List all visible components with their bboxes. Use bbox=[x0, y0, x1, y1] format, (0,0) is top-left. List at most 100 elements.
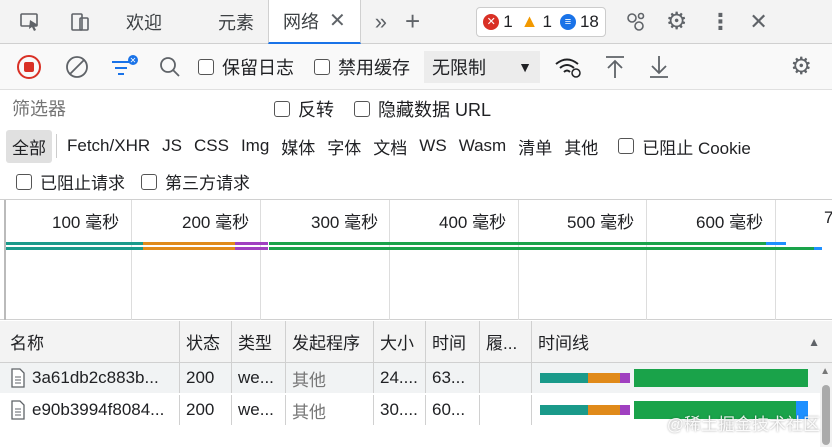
type-filter-img[interactable]: Img bbox=[235, 132, 275, 160]
type-filter-media[interactable]: 媒体 bbox=[275, 130, 321, 163]
request-filters-row: 已阻止请求 第三方请求 bbox=[0, 164, 832, 200]
preserve-log-box[interactable] bbox=[198, 58, 214, 75]
scrollbar-thumb[interactable] bbox=[822, 385, 830, 445]
type-filter-js[interactable]: JS bbox=[156, 132, 188, 160]
info-badge: ≡ 18 bbox=[559, 11, 599, 32]
warning-badge: ▲ 1 bbox=[521, 11, 552, 32]
tick-label: 7 bbox=[824, 208, 832, 227]
import-har-icon[interactable] bbox=[604, 54, 626, 80]
error-icon: ✕ bbox=[483, 13, 500, 30]
table-row[interactable]: 3a61db2c883b... 200 we... 其他 24.... 63..… bbox=[0, 363, 820, 393]
network-conditions-wifi-icon[interactable] bbox=[554, 55, 582, 79]
type-filter-fetch-xhr[interactable]: Fetch/XHR bbox=[61, 132, 156, 160]
waterfall-bar-teal bbox=[540, 405, 588, 415]
time-cell: 60... bbox=[426, 395, 480, 425]
overview-bar-teal-2 bbox=[6, 247, 143, 250]
document-icon bbox=[11, 368, 25, 388]
scroll-up-icon[interactable]: ▲ bbox=[820, 366, 830, 377]
throttle-select[interactable]: 无限制 ▼ bbox=[424, 50, 540, 83]
time-cell: 63... bbox=[426, 363, 480, 393]
filter-input[interactable] bbox=[8, 95, 252, 123]
invert-box[interactable] bbox=[274, 101, 290, 117]
tick-line bbox=[775, 200, 776, 320]
blocked-cookies-label: 已阻止 Cookie bbox=[642, 138, 751, 158]
column-header-name[interactable]: 名称 bbox=[0, 321, 180, 362]
type-filter-ws[interactable]: WS bbox=[413, 132, 452, 160]
customize-icon[interactable] bbox=[624, 10, 648, 34]
request-name: e90b3994f8084... bbox=[32, 400, 165, 419]
warning-icon: ▲ bbox=[520, 11, 539, 31]
error-badge: ✕ 1 bbox=[483, 12, 513, 32]
info-count: 18 bbox=[579, 11, 599, 31]
settings-gear-icon[interactable]: ⚙ bbox=[666, 7, 688, 36]
network-settings-gear-icon[interactable]: ⚙ bbox=[790, 52, 812, 81]
tab-elements-label: 元素 bbox=[218, 12, 254, 33]
tab-welcome[interactable]: 欢迎 bbox=[112, 0, 176, 44]
waterfall-bar-purple bbox=[620, 405, 630, 415]
request-name-cell: e90b3994f8084... bbox=[0, 395, 180, 425]
waterfall-bar-purple bbox=[620, 373, 630, 383]
blocked-cookies-box[interactable] bbox=[618, 138, 635, 154]
waterfall-bar-teal bbox=[540, 373, 588, 383]
overview-bar-teal bbox=[6, 242, 143, 245]
filter-icon[interactable]: ✕ bbox=[110, 54, 140, 80]
status-cell: 200 bbox=[180, 395, 232, 425]
hide-data-urls-box[interactable] bbox=[354, 101, 370, 117]
device-toolbar-icon[interactable] bbox=[66, 8, 94, 36]
blocked-cookies-checkbox[interactable]: 已阻止 Cookie bbox=[618, 134, 751, 159]
issues-badges[interactable]: ✕ 1 ▲ 1 ≡ 18 bbox=[476, 6, 606, 37]
close-tab-icon[interactable]: ✕ bbox=[329, 8, 346, 33]
resource-type-filters: 全部 Fetch/XHR JS CSS Img 媒体 字体 文档 WS Wasm… bbox=[0, 128, 832, 164]
add-tab-icon[interactable]: + bbox=[405, 6, 420, 37]
fulfilled-cell bbox=[480, 363, 532, 393]
type-filter-other[interactable]: 其他 bbox=[558, 130, 604, 163]
waterfall-bar-orange bbox=[588, 405, 620, 415]
type-filter-all[interactable]: 全部 bbox=[6, 129, 52, 163]
third-party-checkbox[interactable]: 第三方请求 bbox=[141, 169, 250, 194]
tab-network[interactable]: 网络 ✕ bbox=[268, 0, 361, 44]
type-filter-wasm[interactable]: Wasm bbox=[453, 132, 513, 160]
tick-line bbox=[4, 200, 6, 320]
size-cell: 30.... bbox=[374, 395, 426, 425]
more-tabs-icon[interactable]: » bbox=[375, 9, 387, 35]
export-har-icon[interactable] bbox=[648, 54, 670, 80]
timeline-overview[interactable]: 100 毫秒 200 毫秒 300 毫秒 400 毫秒 500 毫秒 600 毫… bbox=[0, 200, 832, 320]
clear-icon[interactable] bbox=[64, 54, 90, 80]
third-party-box[interactable] bbox=[141, 173, 157, 190]
column-header-time-label: 时间 bbox=[432, 334, 466, 353]
disable-cache-checkbox[interactable]: 禁用缓存 bbox=[314, 54, 410, 80]
request-table-header: 名称 状态 类型 发起程序 大小 时间 履... 时间线 ▲ bbox=[0, 321, 832, 363]
column-header-status[interactable]: 状态 bbox=[180, 321, 232, 362]
search-icon[interactable] bbox=[158, 55, 182, 79]
disable-cache-box[interactable] bbox=[314, 58, 330, 75]
column-header-type[interactable]: 类型 bbox=[232, 321, 286, 362]
overview-bar-purple bbox=[235, 242, 268, 245]
tab-elements[interactable]: 元素 bbox=[204, 0, 268, 44]
column-header-initiator[interactable]: 发起程序 bbox=[286, 321, 374, 362]
overview-bar-green-2 bbox=[269, 247, 814, 250]
type-filter-manifest[interactable]: 清单 bbox=[512, 130, 558, 163]
blocked-requests-checkbox[interactable]: 已阻止请求 bbox=[16, 169, 125, 194]
tick-label: 200 毫秒 bbox=[182, 213, 250, 232]
document-icon bbox=[11, 400, 25, 420]
request-name: 3a61db2c883b... bbox=[32, 368, 159, 387]
column-header-time[interactable]: 时间 bbox=[426, 321, 480, 362]
hide-data-urls-checkbox[interactable]: 隐藏数据 URL bbox=[354, 96, 491, 122]
record-stop-icon[interactable] bbox=[16, 54, 42, 80]
column-header-fulfilled[interactable]: 履... bbox=[480, 321, 532, 362]
type-filter-css[interactable]: CSS bbox=[188, 132, 235, 160]
column-header-size[interactable]: 大小 bbox=[374, 321, 426, 362]
svg-text:✕: ✕ bbox=[130, 56, 137, 65]
type-filter-doc[interactable]: 文档 bbox=[367, 130, 413, 163]
column-header-waterfall[interactable]: 时间线 ▲ bbox=[532, 321, 832, 362]
third-party-label: 第三方请求 bbox=[165, 174, 250, 193]
blocked-requests-box[interactable] bbox=[16, 173, 32, 190]
tab-bar: 欢迎 元素 网络 ✕ » + ✕ 1 ▲ 1 ≡ 18 ⚙ ⋮ ✕ bbox=[0, 0, 832, 44]
more-options-icon[interactable]: ⋮ bbox=[709, 9, 731, 35]
close-devtools-icon[interactable]: ✕ bbox=[749, 9, 767, 35]
preserve-log-checkbox[interactable]: 保留日志 bbox=[198, 54, 294, 80]
invert-checkbox[interactable]: 反转 bbox=[274, 96, 334, 122]
type-filter-font[interactable]: 字体 bbox=[321, 130, 367, 163]
inspect-element-icon[interactable] bbox=[16, 8, 44, 36]
status-cell: 200 bbox=[180, 363, 232, 393]
